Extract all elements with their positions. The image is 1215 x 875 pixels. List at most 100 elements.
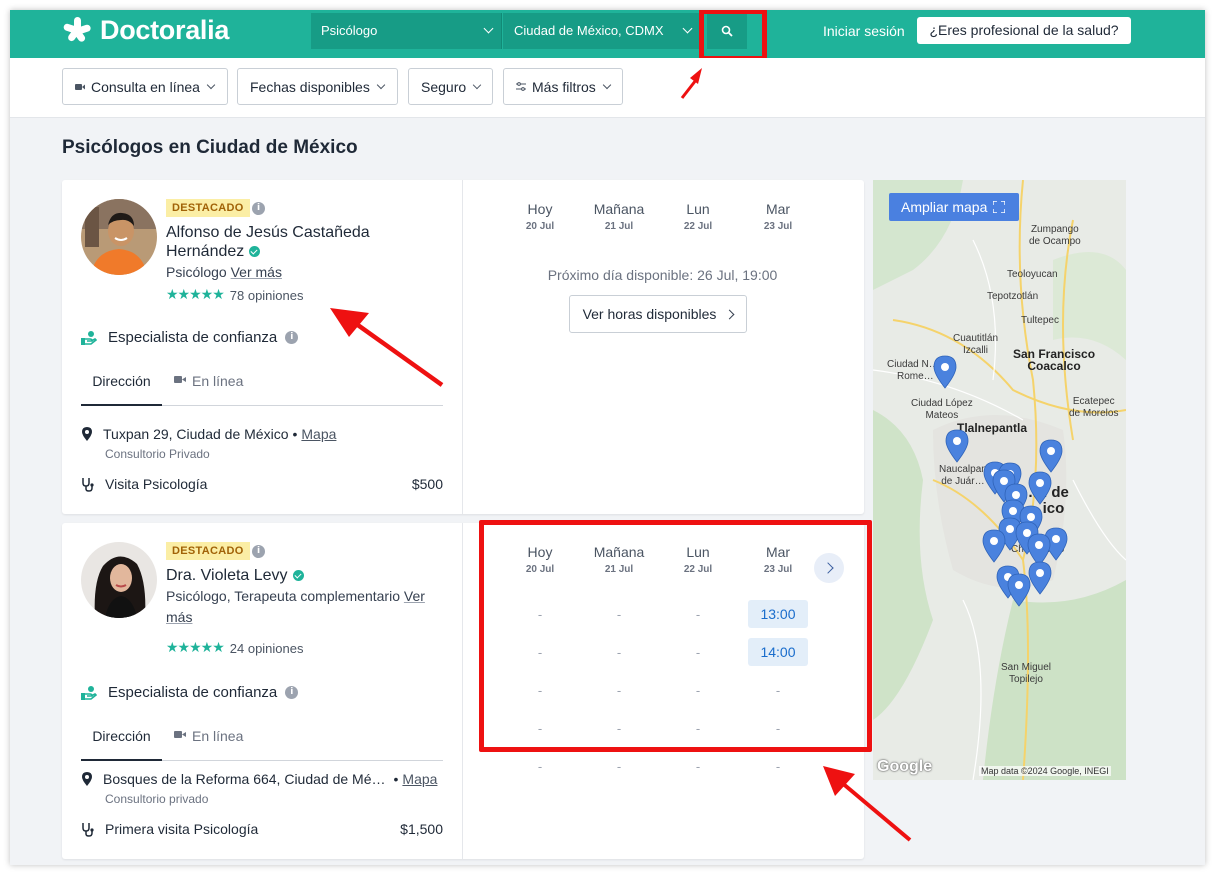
insurance-filter[interactable]: Seguro <box>408 68 493 105</box>
chevron-down-icon <box>472 80 482 89</box>
day-name: Hoy <box>527 201 553 217</box>
info-icon[interactable]: i <box>252 545 265 558</box>
location-pin-icon <box>82 772 92 786</box>
map-copyright: Map data ©2024 Google, INEGI <box>979 766 1111 776</box>
visit-type: Visita Psicología <box>105 476 208 492</box>
map-pin-icon <box>945 429 969 463</box>
dates-label: Fechas disponibles <box>250 78 370 95</box>
trusted-specialist: Especialista de confianza i <box>81 684 299 701</box>
visit-price: $1,500 <box>400 821 443 837</box>
day-date: 20 Jul <box>525 221 555 232</box>
tab-address[interactable]: Dirección <box>81 366 162 406</box>
annotation-arrow-icon <box>823 766 912 842</box>
day-name: Mar <box>765 201 791 217</box>
more-filters-button[interactable]: Más filtros <box>503 68 623 105</box>
location-pin-icon <box>82 427 92 441</box>
chevron-down-icon <box>602 80 612 89</box>
video-camera-icon <box>174 376 186 383</box>
time-slot-empty: - <box>695 759 701 774</box>
doctor-photo <box>81 542 157 618</box>
address-block: Bosques de la Reforma 664, Ciudad de Mé…… <box>81 771 443 806</box>
tab-online-label: En línea <box>192 373 244 389</box>
map-pin-icon <box>933 355 957 389</box>
tab-online[interactable]: En línea <box>174 366 243 406</box>
online-consult-filter[interactable]: Consulta en línea <box>62 68 228 105</box>
professional-button[interactable]: ¿Eres profesional de la salud? <box>917 17 1131 44</box>
video-camera-icon <box>75 83 85 90</box>
doctor-photo <box>81 199 157 275</box>
trusted-specialist: Especialista de confianza i <box>81 329 299 346</box>
day-name: Mañana <box>593 201 645 217</box>
card-divider <box>462 180 463 514</box>
visit-type: Primera visita Psicología <box>105 821 259 837</box>
calendar-day: Lun 22 Jul <box>658 201 738 232</box>
info-icon[interactable]: i <box>252 202 265 215</box>
doctoralia-logo[interactable]: Doctoralia <box>62 15 229 46</box>
see-more-link[interactable]: Ver más <box>231 264 282 280</box>
annotation-arrow-icon <box>680 68 702 99</box>
map-pin-icon <box>982 529 1006 563</box>
info-icon[interactable]: i <box>285 686 299 699</box>
rating[interactable]: ★★★★★ 78 opiniones <box>166 287 304 303</box>
annotation-arrow-icon <box>330 308 444 387</box>
star-rating-icon: ★★★★★ <box>166 287 225 303</box>
day-date: 22 Jul <box>683 221 713 232</box>
calendar-day: Mañana 21 Jul <box>579 201 659 232</box>
location-select[interactable]: Ciudad de México, CDMX <box>503 13 700 49</box>
map-link[interactable]: Mapa <box>301 426 336 442</box>
dates-filter[interactable]: Fechas disponibles <box>237 68 398 105</box>
map-pin-icon <box>1039 439 1063 473</box>
star-rating-icon: ★★★★★ <box>166 640 225 656</box>
insurance-label: Seguro <box>421 78 467 95</box>
logo-text: Doctoralia <box>100 15 230 45</box>
trusted-label: Especialista de confianza <box>108 329 278 346</box>
day-date: 21 Jul <box>604 221 634 232</box>
calendar-day: Hoy 20 Jul <box>500 201 580 232</box>
filter-bar: Consulta en línea Fechas disponibles Seg… <box>10 58 1205 118</box>
chevron-down-icon <box>206 80 216 89</box>
address-text: Tuxpan 29, Ciudad de México <box>103 426 289 442</box>
sliders-icon <box>516 82 526 91</box>
results-map[interactable]: Ampliar mapa Zumpango de Ocampo Teoloyuc… <box>873 180 1126 780</box>
video-camera-icon <box>174 731 186 738</box>
doctor-specialty: Psicólogo Ver más <box>166 262 282 283</box>
doctor-name[interactable]: Alfonso de Jesús Castañeda Hernández <box>166 223 406 261</box>
reviews-count: 24 opiniones <box>229 640 304 656</box>
chevron-down-icon <box>483 23 494 34</box>
doctor-specialty: Psicólogo, Terapeuta complementario Ver … <box>166 586 436 628</box>
stethoscope-icon <box>82 822 94 837</box>
avatar[interactable] <box>81 542 157 618</box>
tab-online[interactable]: En línea <box>174 721 243 761</box>
view-hours-label: Ver horas disponibles <box>582 306 717 322</box>
time-slot-empty: - <box>537 759 543 774</box>
chevron-down-icon <box>376 80 386 89</box>
separator-dot: • <box>393 771 399 787</box>
map-link[interactable]: Mapa <box>402 771 437 787</box>
info-icon[interactable]: i <box>285 331 299 344</box>
tab-address[interactable]: Dirección <box>81 721 162 761</box>
verified-check-icon <box>249 246 261 258</box>
doctor-card: DESTACADO i Alfonso de Jesús Castañeda H… <box>62 180 864 514</box>
highlight-box-search <box>699 10 767 61</box>
login-link[interactable]: Iniciar sesión <box>823 23 905 39</box>
stethoscope-icon <box>82 477 94 492</box>
time-slot-empty: - <box>616 759 622 774</box>
rating[interactable]: ★★★★★ 24 opiniones <box>166 640 304 656</box>
trusted-label: Especialista de confianza <box>108 684 278 701</box>
doctor-name[interactable]: Dra. Violeta Levy <box>166 566 406 585</box>
address-text: Bosques de la Reforma 664, Ciudad de Mé… <box>103 771 386 787</box>
view-hours-button[interactable]: Ver horas disponibles <box>569 295 747 333</box>
chevron-right-icon <box>724 309 735 319</box>
browser-viewport: Doctoralia Psicólogo Ciudad de México, C… <box>10 10 1205 865</box>
specialty-select[interactable]: Psicólogo <box>311 13 502 49</box>
avatar[interactable] <box>81 199 157 275</box>
location-value: Ciudad de México, CDMX <box>514 23 664 38</box>
trusted-hand-icon <box>81 330 97 345</box>
time-slot-empty: - <box>775 759 781 774</box>
office-type: Consultorio Privado <box>105 447 210 461</box>
address-tabs: Dirección En línea <box>81 721 443 761</box>
verified-check-icon <box>292 570 304 582</box>
specialty-text: Psicólogo <box>166 264 227 280</box>
map-pins <box>933 355 1068 607</box>
office-type: Consultorio privado <box>105 792 209 806</box>
